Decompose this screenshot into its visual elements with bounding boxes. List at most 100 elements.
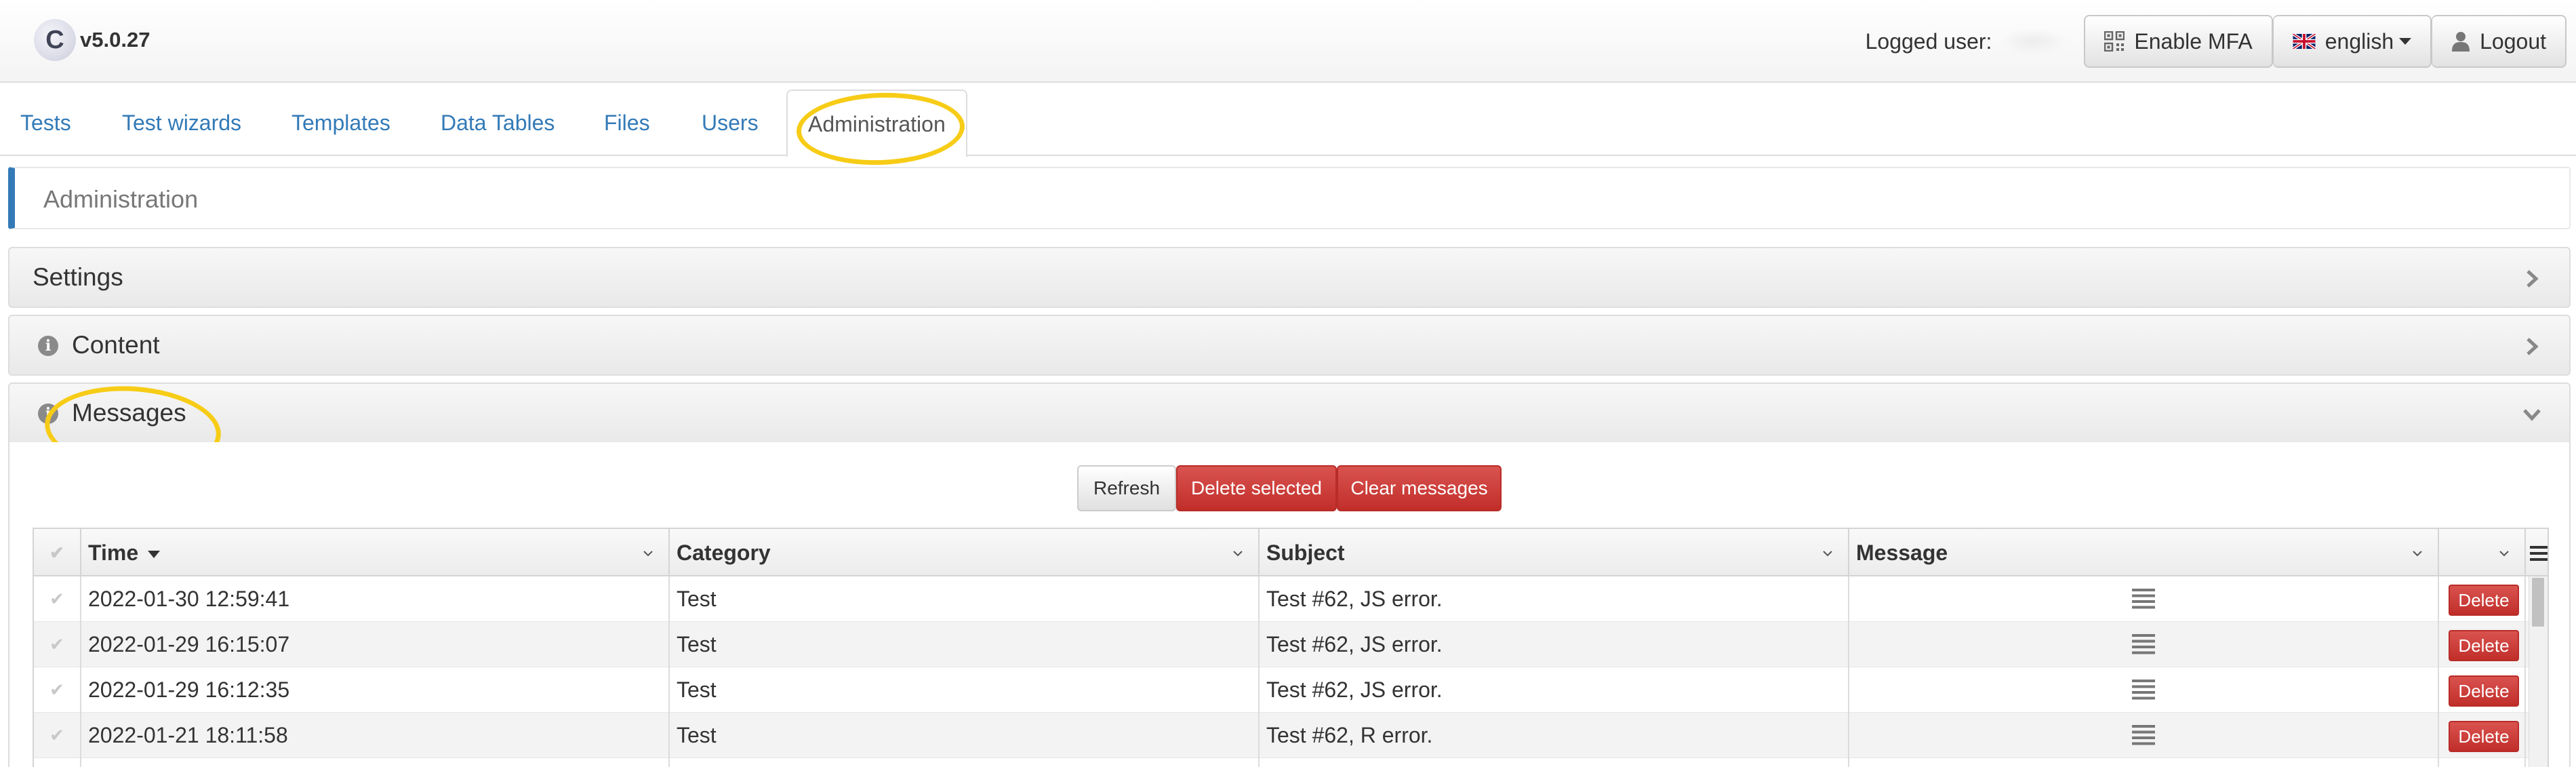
- delete-row-button[interactable]: Delete: [2449, 721, 2519, 752]
- qr-code-icon: [2104, 31, 2125, 52]
- column-header-subject[interactable]: Subject: [1260, 529, 1849, 576]
- table-row[interactable]: ✔ 2022-01-29 16:15:07 Test Test #62, JS …: [34, 622, 2548, 667]
- grid-header: ✔ Time Category Subject Message: [34, 529, 2548, 576]
- delete-selected-button[interactable]: Delete selected: [1176, 465, 1337, 511]
- message-lines-icon[interactable]: [2132, 725, 2155, 745]
- cell-actions: [2439, 758, 2526, 767]
- page-title: Administration: [43, 185, 199, 213]
- tab-users[interactable]: Users: [681, 90, 779, 156]
- language-label: english: [2325, 28, 2394, 54]
- sort-desc-icon: [148, 551, 161, 559]
- content-panel[interactable]: i Content: [8, 315, 2571, 376]
- column-header-subject-label: Subject: [1266, 540, 1345, 565]
- column-header-message[interactable]: Message: [1849, 529, 2439, 576]
- top-navbar: C v5.0.27 Logged user: Enable MFA englis…: [0, 0, 2576, 83]
- logged-user-name-redacted: [2000, 28, 2068, 55]
- cell-actions: Delete: [2439, 576, 2526, 622]
- cell-category: [670, 758, 1260, 767]
- clear-messages-button[interactable]: Clear messages: [1337, 465, 1502, 511]
- enable-mfa-label: Enable MFA: [2134, 28, 2253, 54]
- column-header-actions[interactable]: [2439, 529, 2526, 576]
- cell-subject: Test #62, JS error.: [1260, 576, 1849, 622]
- table-row[interactable]: ✔ 2022-01-21 18:11:58 Test Test #62, R e…: [34, 713, 2548, 758]
- cell-category: Test: [670, 622, 1260, 667]
- logout-button[interactable]: Logout: [2432, 15, 2567, 68]
- column-header-category[interactable]: Category: [670, 529, 1260, 576]
- chevron-right-icon: [2527, 338, 2539, 355]
- cell-time: 2022-01-21 18:11:58: [81, 713, 670, 758]
- delete-row-button[interactable]: Delete: [2449, 585, 2519, 616]
- column-header-time[interactable]: Time: [81, 529, 670, 576]
- cell-message[interactable]: [1849, 622, 2439, 667]
- navbar-right: Logged user: Enable MFA english Logout: [1866, 15, 2567, 68]
- column-menu-chevron-icon[interactable]: [2412, 548, 2423, 559]
- table-row[interactable]: ✔ 2022-01-30 12:59:41 Test Test #62, JS …: [34, 576, 2548, 622]
- column-menu-chevron-icon[interactable]: [2499, 548, 2510, 559]
- messages-panel[interactable]: i Messages: [8, 382, 2571, 444]
- messages-panel-title: Messages: [72, 399, 186, 427]
- user-icon: [2451, 31, 2470, 52]
- app-logo: C: [34, 19, 76, 61]
- hamburger-menu-icon: [2530, 546, 2548, 561]
- grid-scrollbar-thumb[interactable]: [2532, 578, 2544, 627]
- cell-category: Test: [670, 576, 1260, 622]
- row-checkbox[interactable]: ✔: [34, 576, 81, 622]
- logout-label: Logout: [2480, 28, 2546, 54]
- select-all-checkbox[interactable]: ✔: [34, 529, 81, 576]
- cell-message: [1849, 758, 2439, 767]
- main-tabs: Tests Test wizards Templates Data Tables…: [0, 90, 2576, 157]
- cell-time: 2022-01-30 12:59:41: [81, 576, 670, 622]
- column-menu-chevron-icon[interactable]: [643, 548, 653, 559]
- brand[interactable]: C v5.0.27: [34, 19, 150, 61]
- delete-row-button[interactable]: Delete: [2449, 630, 2519, 661]
- tab-test-wizards[interactable]: Test wizards: [102, 90, 262, 156]
- info-icon: i: [38, 404, 58, 424]
- message-lines-icon[interactable]: [2132, 680, 2155, 700]
- row-checkbox[interactable]: ✔: [34, 622, 81, 667]
- row-checkbox[interactable]: ✔: [34, 713, 81, 758]
- messages-grid: ✔ Time Category Subject Message ✔ 2022-0: [33, 528, 2549, 767]
- cell-actions: Delete: [2439, 713, 2526, 758]
- column-header-category-label: Category: [677, 540, 771, 565]
- tab-files[interactable]: Files: [584, 90, 670, 156]
- row-checkbox[interactable]: [34, 758, 81, 767]
- cell-subject: Test #62, R error.: [1260, 713, 1849, 758]
- enable-mfa-button[interactable]: Enable MFA: [2084, 15, 2273, 68]
- content-panel-title: Content: [72, 331, 160, 359]
- settings-panel[interactable]: Settings: [8, 247, 2571, 308]
- grid-scrollbar[interactable]: [2529, 576, 2548, 767]
- cell-time: 2022-01-29 16:12:35: [81, 667, 670, 713]
- language-dropdown[interactable]: english: [2272, 15, 2432, 68]
- uk-flag-icon: [2292, 34, 2316, 49]
- tab-templates[interactable]: Templates: [271, 90, 411, 156]
- column-header-time-label: Time: [88, 540, 139, 565]
- column-menu-chevron-icon[interactable]: [1232, 548, 1243, 559]
- refresh-button[interactable]: Refresh: [1077, 465, 1176, 511]
- cell-actions: Delete: [2439, 667, 2526, 713]
- message-lines-icon[interactable]: [2132, 634, 2155, 654]
- delete-row-button[interactable]: Delete: [2449, 675, 2519, 707]
- grid-menu-button[interactable]: [2526, 529, 2548, 576]
- info-icon: i: [38, 336, 58, 356]
- message-lines-icon[interactable]: [2132, 589, 2155, 609]
- cell-category: Test: [670, 713, 1260, 758]
- column-header-message-label: Message: [1856, 540, 1948, 565]
- tab-administration[interactable]: Administration: [786, 90, 967, 157]
- cell-actions: Delete: [2439, 622, 2526, 667]
- cell-time: 2022-01-29 16:15:07: [81, 622, 670, 667]
- cell-message[interactable]: [1849, 667, 2439, 713]
- logged-user-label: Logged user:: [1865, 28, 1992, 54]
- table-row[interactable]: [34, 758, 2548, 767]
- settings-panel-title: Settings: [33, 263, 123, 291]
- row-checkbox[interactable]: ✔: [34, 667, 81, 713]
- chevron-down-icon: [2523, 409, 2541, 421]
- cell-category: Test: [670, 667, 1260, 713]
- tab-tests[interactable]: Tests: [0, 90, 92, 156]
- cell-subject: Test #62, JS error.: [1260, 667, 1849, 713]
- cell-time: [81, 758, 670, 767]
- table-row[interactable]: ✔ 2022-01-29 16:12:35 Test Test #62, JS …: [34, 667, 2548, 713]
- tab-data-tables[interactable]: Data Tables: [420, 90, 575, 156]
- column-menu-chevron-icon[interactable]: [1822, 548, 1833, 559]
- cell-message[interactable]: [1849, 576, 2439, 622]
- cell-message[interactable]: [1849, 713, 2439, 758]
